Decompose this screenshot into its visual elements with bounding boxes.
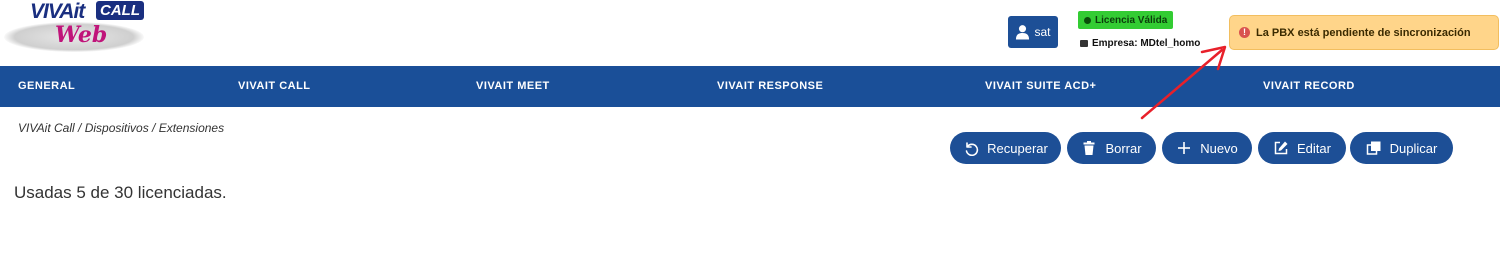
- edit-label: Editar: [1297, 140, 1331, 156]
- delete-button[interactable]: Borrar: [1067, 132, 1156, 164]
- nav-item-vivait-call[interactable]: VIVAIT CALL: [238, 66, 311, 107]
- license-status-text: Licencia Válida: [1095, 14, 1168, 26]
- license-status-badge: Licencia Válida: [1078, 11, 1174, 29]
- header: VIVAit CALL Web sat Licencia Válida Empr…: [0, 0, 1500, 66]
- breadcrumb: VIVAit Call / Dispositivos / Extensiones: [18, 121, 225, 135]
- edit-icon: [1274, 141, 1288, 155]
- plus-icon: [1178, 142, 1191, 154]
- duplicate-button[interactable]: Duplicar: [1350, 132, 1453, 164]
- undo-icon: [965, 142, 979, 156]
- recover-label: Recuperar: [987, 140, 1048, 156]
- main-nav: GENERAL VIVAIT CALL VIVAIT MEET VIVAIT R…: [0, 66, 1500, 107]
- logo-brand: VIVAit: [30, 0, 85, 23]
- copy-icon: [1366, 141, 1381, 155]
- user-name: sat: [1034, 25, 1051, 39]
- nav-item-vivait-meet[interactable]: VIVAIT MEET: [476, 66, 550, 107]
- user-icon: [1016, 25, 1030, 40]
- pbx-sync-alert-text: La PBX está pendiente de sincronización: [1256, 26, 1471, 39]
- vivait-call-web-logo[interactable]: VIVAit CALL Web: [0, 0, 150, 58]
- briefcase-icon: [1080, 40, 1088, 47]
- status-dot-icon: [1084, 16, 1091, 24]
- user-menu-button[interactable]: sat: [1008, 16, 1058, 48]
- trash-icon: [1083, 141, 1095, 155]
- delete-label: Borrar: [1105, 140, 1142, 156]
- warning-icon: !: [1239, 27, 1250, 38]
- nav-item-general[interactable]: GENERAL: [18, 66, 75, 107]
- company-info: Empresa: MDtel_homo: [1080, 38, 1200, 49]
- new-label: Nuevo: [1200, 140, 1238, 156]
- nav-item-vivait-suite-acd[interactable]: VIVAIT SUITE ACD+: [985, 66, 1097, 107]
- nav-item-vivait-record[interactable]: VIVAIT RECORD: [1263, 66, 1355, 107]
- company-label: Empresa: MDtel_homo: [1092, 38, 1201, 49]
- logo-product: CALL: [96, 1, 144, 20]
- logo-sub: Web: [55, 22, 108, 48]
- edit-button[interactable]: Editar: [1258, 132, 1346, 164]
- nav-item-vivait-response[interactable]: VIVAIT RESPONSE: [717, 66, 823, 107]
- license-usage-text: Usadas 5 de 30 licenciadas.: [14, 183, 227, 202]
- recover-button[interactable]: Recuperar: [950, 132, 1061, 164]
- new-button[interactable]: Nuevo: [1162, 132, 1252, 164]
- pbx-sync-alert[interactable]: ! La PBX está pendiente de sincronizació…: [1229, 15, 1499, 50]
- duplicate-label: Duplicar: [1389, 140, 1438, 156]
